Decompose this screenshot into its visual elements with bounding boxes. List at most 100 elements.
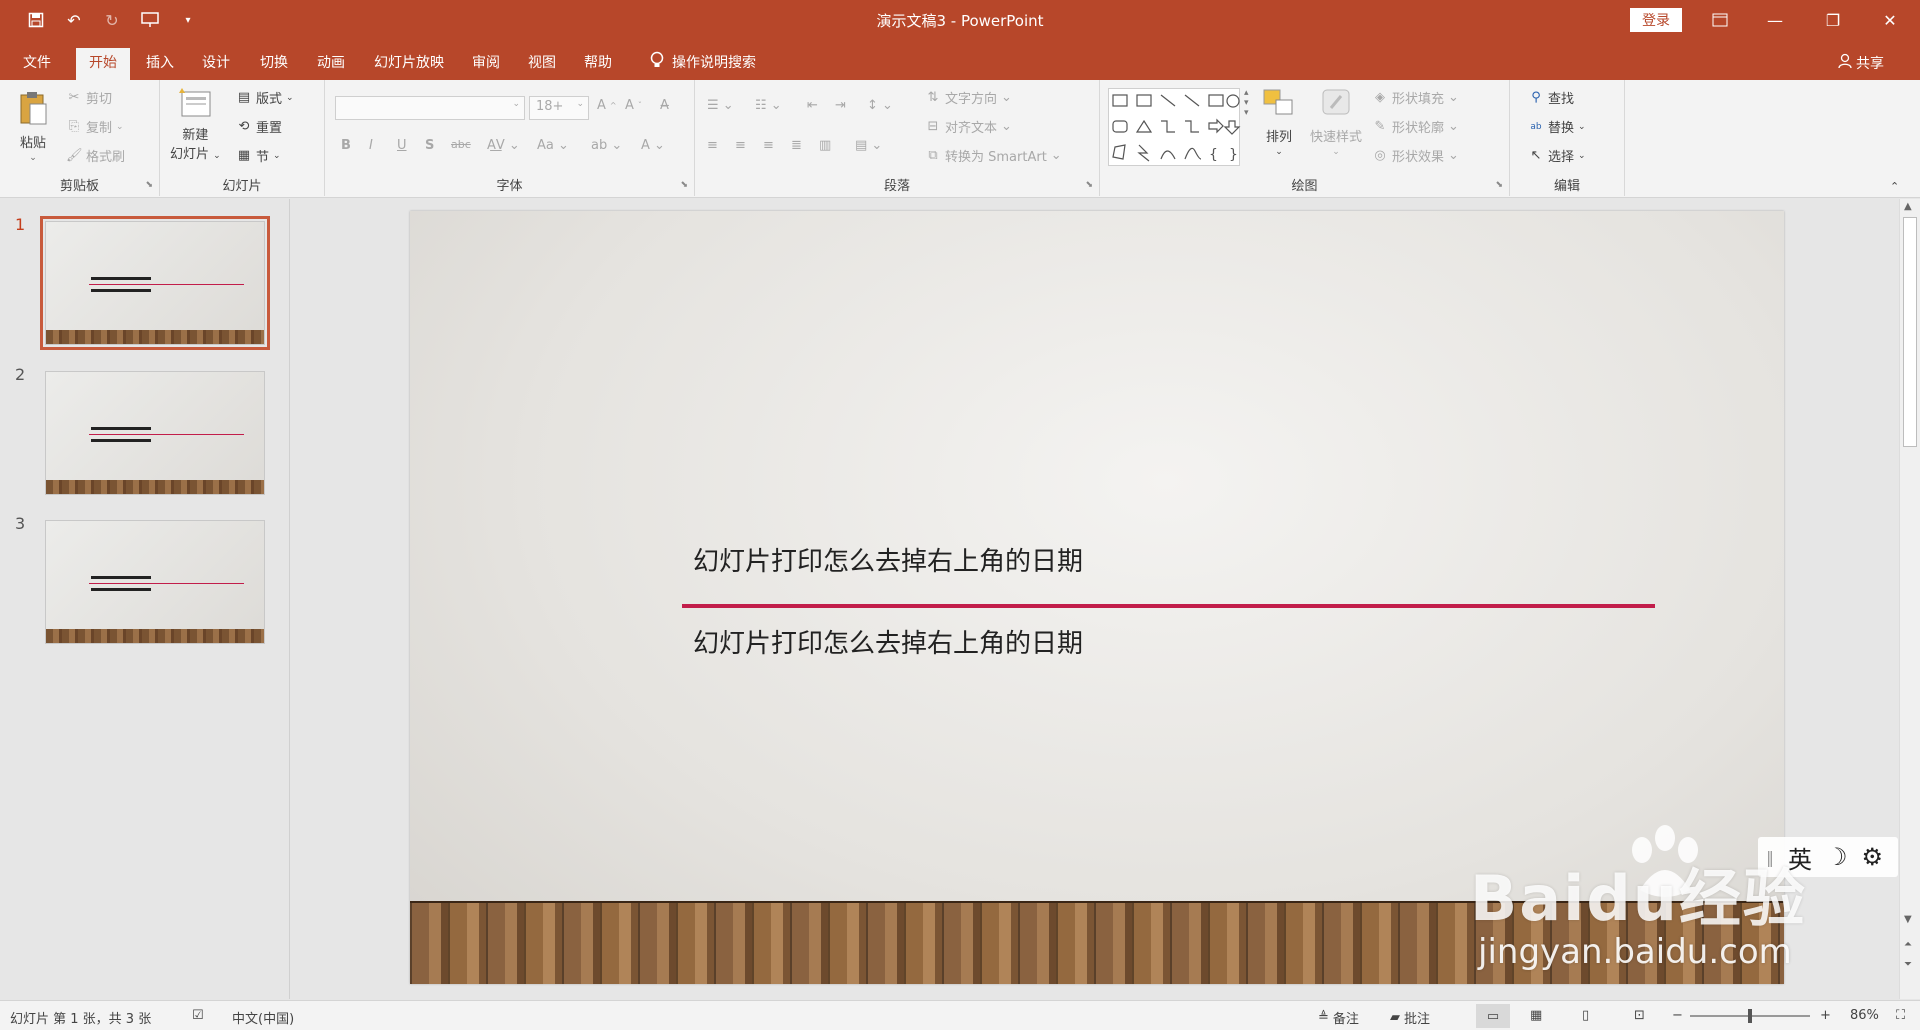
bold-icon[interactable]: B (341, 138, 351, 153)
italic-icon[interactable]: I (369, 138, 373, 153)
zoom-slider[interactable] (1690, 1009, 1810, 1023)
next-slide-icon[interactable]: ⏷ (1904, 959, 1912, 970)
shape-effects-button[interactable]: ◎ 形状效果 ⌄ (1372, 146, 1459, 166)
text-shadow-icon[interactable]: S (425, 138, 434, 153)
previous-slide-icon[interactable]: ⏶ (1904, 939, 1912, 950)
decrease-indent-icon[interactable]: ⇤ (807, 98, 818, 113)
font-name-dropdown[interactable]: ⌄ (335, 96, 525, 120)
slide-subtitle-text[interactable]: 幻灯片打印怎么去掉右上角的日期 (693, 623, 1083, 660)
spell-check-icon[interactable]: ☑ (192, 1008, 204, 1023)
minimize-icon[interactable]: — (1750, 0, 1800, 40)
character-spacing-icon[interactable]: A͟V ⌄ (487, 138, 520, 153)
cut-button[interactable]: ✂ 剪切 (66, 88, 112, 108)
current-slide[interactable]: 幻灯片打印怎么去掉右上角的日期 幻灯片打印怎么去掉右上角的日期 (410, 211, 1784, 984)
language-indicator[interactable]: 中文(中国) (232, 1008, 294, 1027)
share-button[interactable]: 共享 (1838, 53, 1884, 73)
tab-home[interactable]: 开始 (76, 48, 130, 80)
select-button[interactable]: ↖ 选择 ⌄ (1528, 146, 1586, 166)
notes-button[interactable]: ≜ 备注 (1318, 1008, 1359, 1027)
shapes-gallery[interactable]: {} (1108, 88, 1241, 166)
replace-button[interactable]: ab 替换 ⌄ (1528, 117, 1585, 136)
copy-button[interactable]: ⎘ 复制 ⌄ (66, 117, 124, 137)
section-button[interactable]: ▦ 节 ⌄ (236, 146, 281, 166)
smartart-button[interactable]: ⧉ 转换为 SmartArt ⌄ (925, 146, 1061, 166)
comments-button[interactable]: ▰ 批注 (1390, 1008, 1430, 1027)
dialog-launcher-icon[interactable]: ⬊ (1085, 180, 1093, 190)
bullets-icon[interactable]: ☰ ⌄ (707, 98, 734, 113)
justify-icon[interactable]: ≣ (791, 138, 802, 153)
tab-transitions[interactable]: 切换 (250, 48, 298, 80)
zoom-out-icon[interactable]: − (1672, 1008, 1683, 1023)
reading-view-icon[interactable]: ▯ (1582, 1008, 1589, 1023)
slideshow-view-icon[interactable]: ⊡ (1634, 1008, 1645, 1023)
slide-title-text[interactable]: 幻灯片打印怎么去掉右上角的日期 (693, 541, 1083, 578)
dialog-launcher-icon[interactable]: ⬊ (1495, 180, 1503, 190)
zoom-level[interactable]: 86% (1850, 1008, 1879, 1023)
strikethrough-icon[interactable]: abc (451, 138, 471, 151)
increase-font-icon[interactable]: A ^ (597, 98, 617, 113)
format-painter-button[interactable]: 🖌 格式刷 (66, 146, 125, 166)
arrange-button[interactable]: 排列 ⌄ (1262, 88, 1296, 157)
text-direction-button[interactable]: ⇅ 文字方向 ⌄ (925, 88, 1012, 108)
align-left-icon[interactable]: ≡ (707, 138, 718, 153)
font-color-icon[interactable]: A ⌄ (641, 138, 665, 153)
collapse-ribbon-icon[interactable]: ⌃ (1890, 180, 1899, 193)
numbering-icon[interactable]: ☷ ⌄ (755, 98, 782, 113)
vertical-scrollbar[interactable]: ▲ ▼ ⏶ ⏷ (1899, 199, 1920, 999)
tab-review[interactable]: 审阅 (462, 48, 510, 80)
tab-file[interactable]: 文件 (6, 48, 68, 80)
fit-to-window-icon[interactable]: ⛶ (1896, 1008, 1905, 1023)
paste-button[interactable]: 粘贴 ⌄ (18, 90, 48, 163)
align-text-button[interactable]: ⊟ 对齐文本 ⌄ (925, 117, 1012, 137)
slide-divider-line[interactable] (682, 604, 1655, 608)
ime-mode-toggle[interactable]: 英 (1788, 840, 1812, 875)
font-size-dropdown[interactable]: 18+ ⌄ (529, 96, 589, 120)
slide-thumbnail[interactable] (45, 520, 265, 644)
scroll-up-icon[interactable]: ▲ (1904, 201, 1912, 212)
align-center-icon[interactable]: ≡ (735, 138, 746, 153)
change-case-icon[interactable]: Aa ⌄ (537, 138, 569, 153)
close-icon[interactable]: ✕ (1865, 0, 1915, 40)
slide-thumbnail[interactable] (40, 216, 270, 350)
highlight-icon[interactable]: ab ⌄ (591, 138, 622, 153)
tab-help[interactable]: 帮助 (574, 48, 622, 80)
find-label: 查找 (1548, 92, 1575, 107)
moon-icon[interactable]: ☽ (1826, 843, 1848, 871)
shape-fill-button[interactable]: ◈ 形状填充 ⌄ (1372, 88, 1459, 108)
tab-design[interactable]: 设计 (192, 48, 240, 80)
restore-icon[interactable]: ❐ (1808, 0, 1858, 40)
ribbon-display-options-icon[interactable] (1695, 0, 1745, 40)
dialog-launcher-icon[interactable]: ⬊ (145, 180, 153, 190)
normal-view-icon[interactable]: ▭ (1476, 1004, 1510, 1028)
dialog-launcher-icon[interactable]: ⬊ (680, 180, 688, 190)
shape-outline-button[interactable]: ✎ 形状轮廓 ⌄ (1372, 117, 1459, 137)
new-slide-button[interactable]: 新建 幻灯片 ⌄ (170, 86, 221, 162)
gear-icon[interactable]: ⚙ (1862, 843, 1884, 871)
layout-button[interactable]: ▤ 版式 ⌄ (236, 88, 294, 108)
slide-thumbnail[interactable] (45, 371, 265, 495)
find-button[interactable]: ⚲ 查找 (1528, 88, 1575, 108)
line-spacing-icon[interactable]: ↕ ⌄ (867, 98, 893, 113)
slide-sorter-icon[interactable]: ▦ (1530, 1008, 1542, 1023)
ime-drag-handle[interactable]: ‖ (1766, 848, 1774, 867)
tab-insert[interactable]: 插入 (136, 48, 184, 80)
tab-slideshow[interactable]: 幻灯片放映 (364, 48, 454, 80)
scroll-thumb[interactable] (1903, 217, 1917, 447)
tell-me-box[interactable]: 操作说明搜索 (650, 48, 756, 76)
align-right-icon[interactable]: ≡ (763, 138, 774, 153)
tab-animations[interactable]: 动画 (307, 48, 355, 80)
underline-icon[interactable]: U (397, 138, 407, 153)
quick-styles-button[interactable]: 快速样式 ⌄ (1310, 88, 1362, 157)
tab-view[interactable]: 视图 (518, 48, 566, 80)
clear-formatting-icon[interactable]: A̶ (660, 98, 669, 113)
columns-icon[interactable]: ▤ ⌄ (855, 138, 882, 153)
gallery-scroll-icon[interactable]: ▴ ▾ ▾ (1244, 88, 1249, 118)
distributed-icon[interactable]: ▥ (819, 138, 831, 153)
reset-button[interactable]: ⟲ 重置 (236, 117, 282, 137)
scroll-down-icon[interactable]: ▼ (1904, 914, 1912, 925)
decrease-font-icon[interactable]: Aˇ (625, 98, 642, 113)
zoom-in-icon[interactable]: + (1820, 1008, 1831, 1023)
zoom-slider-knob[interactable] (1748, 1009, 1752, 1023)
increase-indent-icon[interactable]: ⇥ (835, 98, 846, 113)
login-button[interactable]: 登录 (1630, 8, 1682, 32)
